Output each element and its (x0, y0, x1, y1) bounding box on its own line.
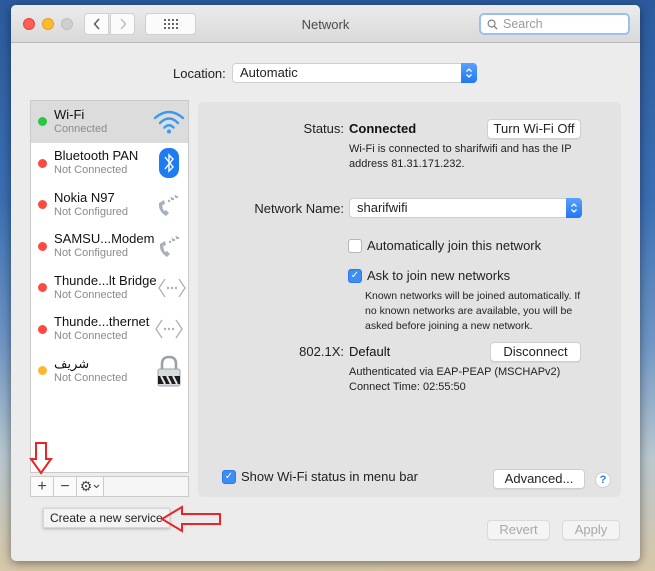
checkmark-icon: ✓ (348, 268, 362, 283)
add-service-button[interactable]: + (31, 477, 54, 496)
status-dot (38, 366, 47, 376)
auto-join-label: Automatically join this network (367, 238, 542, 253)
service-item-bluetooth-pan[interactable]: Bluetooth PAN Not Connected (31, 143, 188, 185)
status-value: Connected (349, 121, 417, 136)
service-name: Thunde...thernet (54, 314, 150, 330)
network-name-select[interactable]: sharifwifi (349, 198, 582, 218)
service-item-vpn[interactable]: شريف Not Connected (31, 350, 188, 392)
status-dot (38, 241, 47, 251)
service-item-nokia-n97[interactable]: Nokia N97 Not Configured (31, 184, 188, 226)
service-item-thunderbolt-bridge[interactable]: Thunde...lt Bridge Not Connected (31, 267, 188, 309)
turn-wifi-off-button[interactable]: Turn Wi-Fi Off (487, 119, 581, 139)
dot1x-value: Default (349, 344, 391, 359)
status-dot (38, 158, 47, 168)
service-list-toolbar: + − ⚙ (30, 476, 189, 497)
service-item-wifi[interactable]: Wi-Fi Connected (31, 101, 188, 143)
search-icon (487, 19, 498, 30)
phone-modem-icon (152, 188, 186, 222)
service-item-thunderbolt-ethernet[interactable]: Thunde...thernet Not Connected (31, 309, 188, 351)
service-actions-menu[interactable]: ⚙ (77, 477, 104, 496)
remove-service-button[interactable]: − (54, 477, 77, 496)
service-state: Not Connected (54, 330, 128, 343)
ethernet-icon (157, 271, 187, 305)
service-state: Not Connected (54, 288, 128, 301)
annotation-arrow-down (29, 442, 53, 475)
status-description: Wi-Fi is connected to sharifwifi and has… (349, 143, 572, 170)
network-name-label: Network Name: (254, 201, 344, 216)
popup-stepper-icon (566, 198, 582, 218)
gear-icon: ⚙ (79, 478, 93, 494)
popup-stepper-icon (461, 63, 477, 83)
dot1x-label: 802.1X: (299, 344, 344, 359)
checkbox-unchecked (348, 238, 362, 253)
annotation-arrow-left (160, 505, 221, 533)
service-state: Not Connected (54, 164, 128, 177)
location-label: Location: (173, 66, 226, 81)
auth-method: Authenticated via EAP-PEAP (MSCHAPv2) (349, 366, 561, 378)
service-item-samsung-modem[interactable]: SAMSU...Modem Not Configured (31, 226, 188, 268)
revert-button[interactable]: Revert (487, 520, 550, 540)
ask-join-label: Ask to join new networks (367, 268, 511, 283)
wifi-icon (152, 105, 186, 139)
service-name: SAMSU...Modem (54, 231, 155, 247)
service-state: Not Configured (54, 205, 128, 218)
service-name: Thunde...lt Bridge (54, 272, 157, 288)
status-dot (38, 324, 47, 334)
service-name: شريف (54, 355, 90, 371)
disconnect-button[interactable]: Disconnect (490, 342, 581, 362)
minus-icon: − (60, 477, 70, 495)
status-dot (38, 200, 47, 210)
show-wifi-status-checkbox[interactable]: ✓ Show Wi-Fi status in menu bar (222, 469, 418, 484)
wifi-detail-panel: Status: Connected Turn Wi-Fi Off Wi-Fi i… (198, 102, 621, 497)
ask-join-help-text: Known networks will be joined automatica… (365, 290, 581, 332)
service-name: Wi-Fi (54, 106, 85, 122)
service-name: Nokia N97 (54, 189, 115, 205)
chevron-down-icon (93, 484, 100, 489)
location-value: Automatic (240, 65, 298, 80)
service-state: Not Configured (54, 247, 128, 260)
service-name: Bluetooth PAN (54, 148, 139, 164)
ethernet-icon (152, 312, 186, 346)
advanced-button[interactable]: Advanced... (493, 469, 585, 489)
bluetooth-icon (152, 146, 186, 180)
apply-button[interactable]: Apply (562, 520, 620, 540)
tooltip: Create a new service (43, 508, 170, 528)
phone-modem-icon (154, 229, 186, 263)
network-preferences-window: Network Location: Automatic Wi-Fi Connec… (11, 5, 640, 561)
help-button[interactable]: ? (595, 472, 611, 488)
service-state: Connected (54, 122, 108, 135)
show-wifi-status-label: Show Wi-Fi status in menu bar (241, 469, 419, 484)
service-list: Wi-Fi Connected Bluetooth PAN Not Connec… (30, 100, 189, 473)
network-name-value: sharifwifi (357, 200, 408, 215)
auto-join-checkbox[interactable]: Automatically join this network (348, 238, 541, 253)
ask-join-checkbox[interactable]: ✓ Ask to join new networks (348, 268, 510, 283)
status-dot (38, 283, 47, 293)
search-input[interactable] (503, 17, 613, 31)
connect-time: Connect Time: 02:55:50 (349, 381, 466, 393)
status-label: Status: (303, 121, 344, 136)
auth-info: Authenticated via EAP-PEAP (MSCHAPv2) Co… (349, 365, 560, 395)
title-bar: Network (11, 5, 640, 43)
checkmark-icon: ✓ (222, 469, 236, 484)
location-select[interactable]: Automatic (232, 63, 477, 83)
plus-icon: + (37, 477, 47, 495)
service-state: Not Connected (54, 371, 128, 384)
vpn-lock-icon (152, 354, 186, 388)
status-dot (38, 117, 47, 127)
search-field[interactable] (479, 13, 630, 35)
